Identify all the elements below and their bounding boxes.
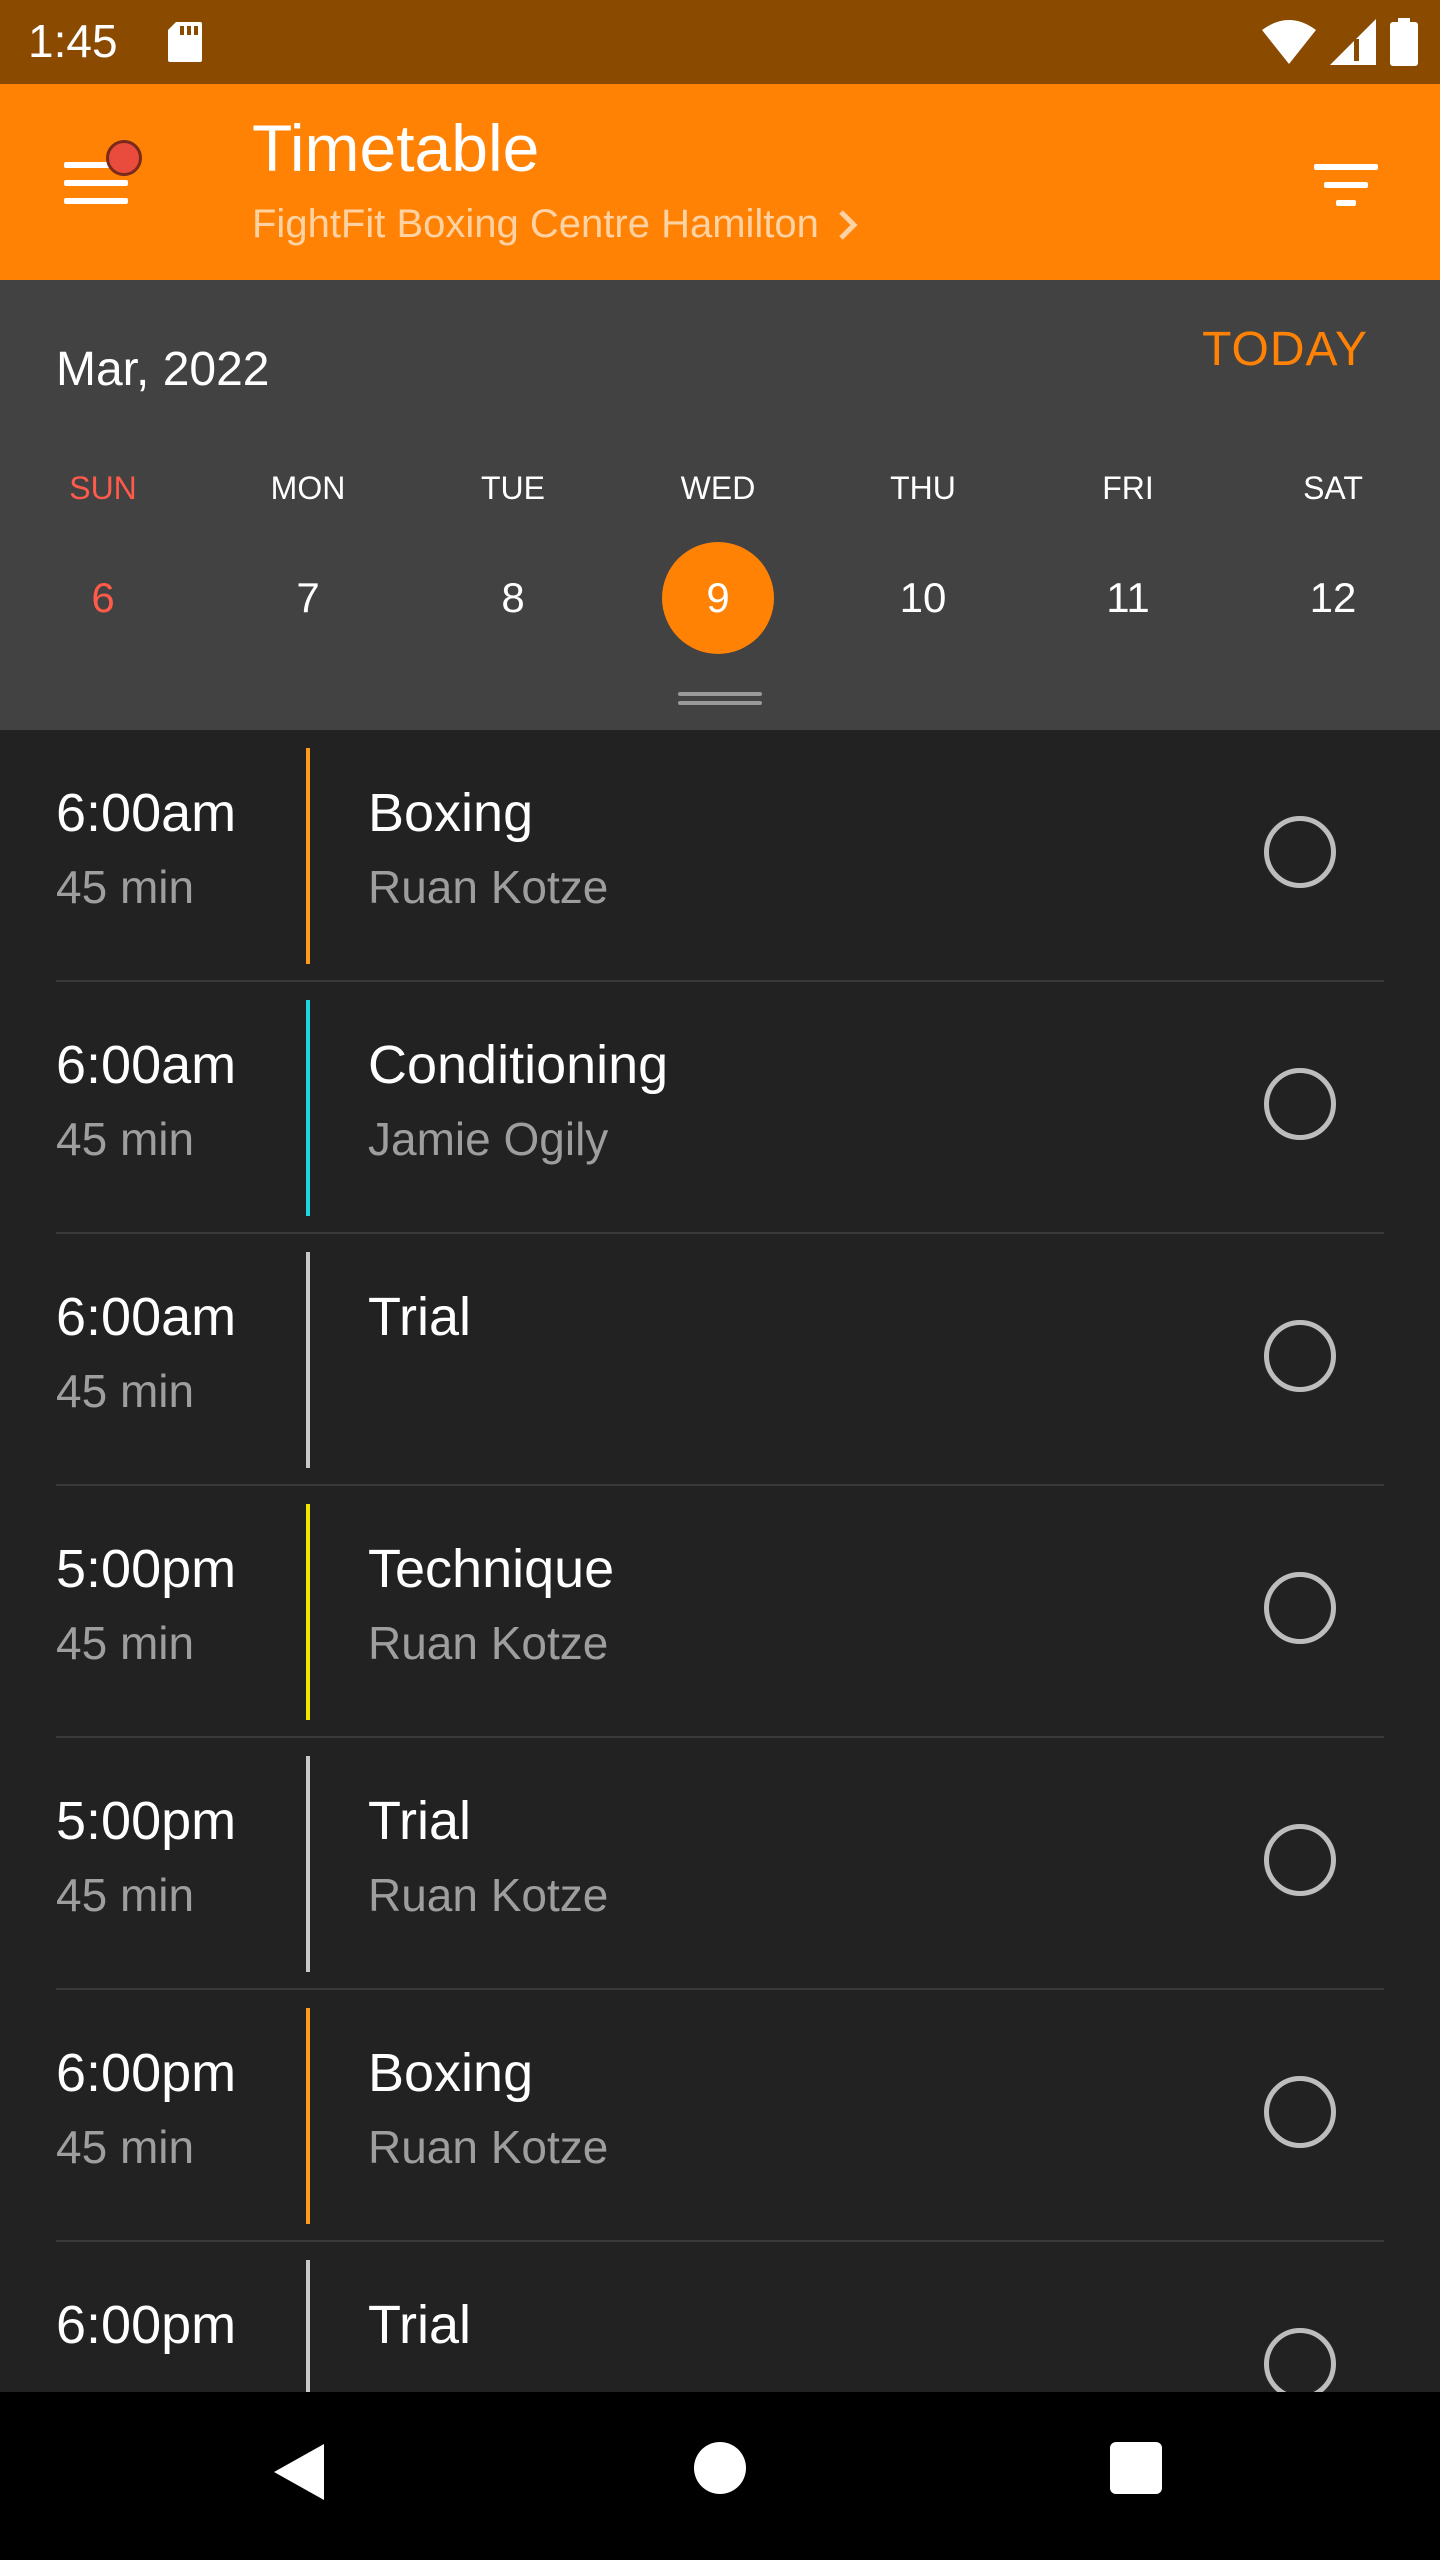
date-mon[interactable]: 7 xyxy=(252,542,364,654)
class-list: 6:00am 45 min Boxing Ruan Kotze 6:00am 4… xyxy=(0,730,1440,2392)
class-duration: 45 min xyxy=(56,1113,195,1165)
date-fri[interactable]: 11 xyxy=(1072,542,1184,654)
date-tue[interactable]: 8 xyxy=(457,542,569,654)
book-class-circle-icon[interactable] xyxy=(1264,1068,1336,1140)
class-row[interactable]: 6:00am 45 min Boxing Ruan Kotze xyxy=(0,730,1440,982)
class-time: 5:00pm xyxy=(56,1539,237,1599)
app-bar: Timetable FightFit Boxing Centre Hamilto… xyxy=(0,84,1440,280)
signal-icon xyxy=(1330,19,1376,65)
date-row: 6 7 8 9 10 11 12 xyxy=(0,542,1440,662)
class-time: 6:00pm xyxy=(56,2295,237,2355)
status-bar: 1:45 xyxy=(0,0,1440,84)
book-class-circle-icon[interactable] xyxy=(1264,1824,1336,1896)
status-icons xyxy=(1262,18,1418,66)
class-name: Trial xyxy=(368,1287,471,1347)
weekday-mon: MON xyxy=(270,470,346,506)
class-color-bar xyxy=(306,1000,310,1216)
home-icon[interactable] xyxy=(694,2442,746,2494)
class-instructor: Ruan Kotze xyxy=(368,2121,609,2173)
class-name: Boxing xyxy=(368,783,534,843)
today-button[interactable]: TODAY xyxy=(1202,322,1368,377)
class-row[interactable]: 5:00pm 45 min Technique Ruan Kotze xyxy=(0,1486,1440,1738)
wifi-icon xyxy=(1262,20,1316,64)
class-name: Trial xyxy=(368,1791,471,1851)
location-name: FightFit Boxing Centre Hamilton xyxy=(252,202,819,246)
page-title: Timetable xyxy=(252,111,540,185)
class-time: 6:00pm xyxy=(56,2043,237,2103)
weekday-thu: THU xyxy=(890,470,956,506)
menu-button[interactable] xyxy=(48,136,158,236)
class-row[interactable]: 6:00am 45 min Conditioning Jamie Ogily xyxy=(0,982,1440,1234)
date-wed-selected[interactable]: 9 xyxy=(662,542,774,654)
class-name: Boxing xyxy=(368,2043,534,2103)
class-color-bar xyxy=(306,1252,310,1468)
class-color-bar xyxy=(306,1504,310,1720)
class-name: Technique xyxy=(368,1539,615,1599)
location-selector[interactable]: FightFit Boxing Centre Hamilton xyxy=(252,202,859,247)
drag-handle-icon[interactable] xyxy=(678,692,762,706)
class-duration: 45 min xyxy=(56,1869,195,1921)
battery-icon xyxy=(1390,18,1418,66)
filter-icon-line xyxy=(1336,200,1356,206)
hamburger-icon-line xyxy=(64,198,128,204)
book-class-circle-icon[interactable] xyxy=(1264,2076,1336,2148)
hamburger-icon-line xyxy=(64,180,128,186)
class-row[interactable]: 6:00pm 45 min Boxing Ruan Kotze xyxy=(0,1990,1440,2242)
class-color-bar xyxy=(306,1756,310,1972)
filter-icon-line xyxy=(1324,182,1368,188)
class-time: 6:00am xyxy=(56,1035,237,1095)
filter-icon xyxy=(1314,164,1378,170)
sd-card-icon xyxy=(168,22,202,62)
weekday-row: SUN MON TUE WED THU FRI SAT xyxy=(0,470,1440,520)
class-time: 6:00am xyxy=(56,1287,237,1347)
status-time: 1:45 xyxy=(28,15,118,67)
notification-dot xyxy=(106,140,142,176)
class-duration: 45 min xyxy=(56,861,195,913)
class-name: Conditioning xyxy=(368,1035,669,1095)
class-duration: 45 min xyxy=(56,1365,195,1417)
class-instructor: Ruan Kotze xyxy=(368,1869,609,1921)
weekday-sat: SAT xyxy=(1303,470,1363,506)
class-duration: 45 min xyxy=(56,2121,195,2173)
class-time: 5:00pm xyxy=(56,1791,237,1851)
class-row[interactable]: 6:00pm Trial xyxy=(0,2242,1440,2392)
class-time: 6:00am xyxy=(56,783,237,843)
date-sat[interactable]: 12 xyxy=(1277,542,1389,654)
class-name: Trial xyxy=(368,2295,471,2355)
class-instructor: Ruan Kotze xyxy=(368,861,609,913)
book-class-circle-icon[interactable] xyxy=(1264,2328,1336,2392)
system-nav-bar xyxy=(0,2392,1440,2560)
class-duration: 45 min xyxy=(56,1617,195,1669)
class-row[interactable]: 5:00pm 45 min Trial Ruan Kotze xyxy=(0,1738,1440,1990)
drag-handle-line xyxy=(678,701,762,705)
class-color-bar xyxy=(306,748,310,964)
drag-handle-line xyxy=(678,692,762,696)
date-sun[interactable]: 6 xyxy=(47,542,159,654)
chevron-right-icon xyxy=(839,209,858,240)
class-instructor: Jamie Ogily xyxy=(368,1113,609,1165)
book-class-circle-icon[interactable] xyxy=(1264,816,1336,888)
back-icon[interactable] xyxy=(272,2442,328,2502)
weekday-fri: FRI xyxy=(1102,470,1154,506)
class-instructor: Ruan Kotze xyxy=(368,1617,609,1669)
weekday-wed: WED xyxy=(680,470,756,506)
book-class-circle-icon[interactable] xyxy=(1264,1320,1336,1392)
class-row[interactable]: 6:00am 45 min Trial xyxy=(0,1234,1440,1486)
recents-icon[interactable] xyxy=(1110,2442,1162,2494)
book-class-circle-icon[interactable] xyxy=(1264,1572,1336,1644)
filter-button[interactable] xyxy=(1300,136,1400,236)
weekday-sun: SUN xyxy=(69,470,137,506)
class-color-bar xyxy=(306,2008,310,2224)
month-label: Mar, 2022 xyxy=(56,343,270,396)
date-thu[interactable]: 10 xyxy=(867,542,979,654)
class-color-bar xyxy=(306,2260,310,2392)
week-calendar: Mar, 2022 TODAY SUN MON TUE WED THU FRI … xyxy=(0,280,1440,730)
weekday-tue: TUE xyxy=(481,470,545,506)
